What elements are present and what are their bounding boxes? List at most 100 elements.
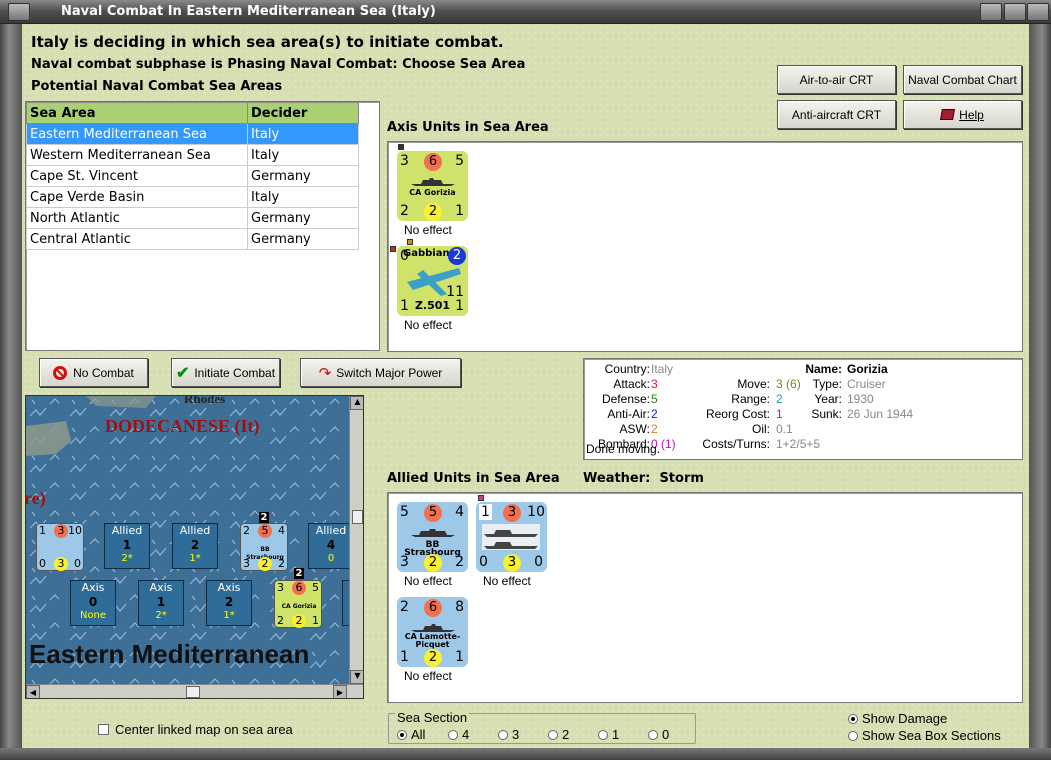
show-sea-box-sections-option[interactable]: Show Sea Box Sections <box>848 728 1001 743</box>
show-damage-label: Show Damage <box>862 711 948 726</box>
antiair-value: 5 <box>312 581 319 594</box>
help-button[interactable]: Help <box>903 100 1022 129</box>
frame-left <box>0 24 22 760</box>
map-label-dodecanese: DODECANESE (It) <box>105 416 260 436</box>
unit-counter-z501-gabbiano[interactable]: 0 Gabbiano 2 Z.501 1 11 1 <box>397 246 468 316</box>
help-label: Help <box>959 107 984 122</box>
sea-section-option-2[interactable]: 2 <box>548 727 569 742</box>
sea-box-axis[interactable]: Axis 0 None <box>70 580 116 626</box>
sea-box-axis[interactable]: Axis 2 1* <box>206 580 252 626</box>
decider-cell: Italy <box>247 186 359 208</box>
sea-box-allied[interactable]: Allied 2 1* <box>172 523 218 569</box>
antiair-value: 5 <box>455 153 464 169</box>
sea-section-option-4[interactable]: 4 <box>448 727 469 742</box>
year-label: Year: <box>814 392 842 406</box>
show-sea-box-sections-label: Show Sea Box Sections <box>862 728 1001 743</box>
sea-box-allied[interactable]: Allied 4 0 <box>308 523 354 569</box>
table-row[interactable]: Eastern Mediterranean Sea Italy <box>26 123 359 145</box>
close-button[interactable] <box>1027 3 1049 21</box>
sea-section-option-3[interactable]: 3 <box>498 727 519 742</box>
anti-aircraft-crt-button[interactable]: Anti-aircraft CRT <box>777 100 896 129</box>
switch-major-power-button[interactable]: ↷ Switch Major Power <box>300 358 461 387</box>
box-modifier: 2* <box>155 610 167 621</box>
range-value: 2 <box>776 392 783 406</box>
combat-effect: No effect <box>404 223 452 237</box>
sea-area-map[interactable]: Rhodes DODECANESE (It) re) 1 3 10 0 3 0 … <box>25 395 364 699</box>
map-label-sea-area: Eastern Mediterranean <box>29 639 310 669</box>
table-row[interactable]: Cape Verde Basin Italy <box>26 186 359 208</box>
cruiser-icon <box>411 624 455 632</box>
option-label: 3 <box>512 727 520 742</box>
map-unit-counter[interactable]: 3 6 5 CA Gorizia 2 2 1 <box>274 580 322 628</box>
scroll-down-arrow[interactable]: ▼ <box>350 670 363 684</box>
table-row[interactable]: Cape St. Vincent Germany <box>26 165 359 187</box>
map-unit-counter[interactable]: 1 3 10 0 3 0 <box>36 523 84 571</box>
box-side-label: Allied <box>111 524 143 537</box>
unit-counter-ca-gorizia[interactable]: 3 6 5 CA Gorizia 2 2 1 <box>397 151 468 221</box>
radio-button[interactable] <box>498 730 508 740</box>
initiate-combat-button[interactable]: ✔ Initiate Combat <box>171 358 280 387</box>
radio-button[interactable] <box>648 730 658 740</box>
defense-value: 2 <box>448 247 466 265</box>
no-combat-label: No Combat <box>73 365 134 380</box>
air-to-air-crt-button[interactable]: Air-to-air CRT <box>777 65 896 94</box>
combat-effect: No effect <box>404 318 452 332</box>
show-damage-option[interactable]: Show Damage <box>848 711 947 726</box>
center-linked-map-checkbox[interactable]: Center linked map on sea area <box>98 722 293 737</box>
column-header-decider[interactable]: Decider <box>247 102 359 124</box>
table-row[interactable]: Western Mediterranean Sea Italy <box>26 144 359 166</box>
unit-name: CA Gorizia <box>409 188 456 197</box>
no-combat-button[interactable]: No Combat <box>39 358 148 387</box>
radio-button[interactable] <box>598 730 608 740</box>
antiair-value: 10 <box>527 504 545 520</box>
table-row[interactable]: North Atlantic Germany <box>26 207 359 229</box>
radio-button[interactable] <box>848 731 858 741</box>
defense-value: 6 <box>424 153 442 171</box>
box-side-label: Allied <box>179 524 211 537</box>
sea-section-option-all[interactable]: All <box>397 727 425 742</box>
minimize-button[interactable] <box>980 3 1002 21</box>
scroll-thumb[interactable] <box>186 686 200 698</box>
sea-box-allied[interactable]: Allied 1 2* <box>104 523 150 569</box>
maximize-button[interactable] <box>1004 3 1026 21</box>
table-row[interactable]: Central Atlantic Germany <box>26 228 359 250</box>
range-value: 2 <box>424 554 442 572</box>
system-menu-button[interactable] <box>8 3 30 21</box>
move-value: 2 <box>400 203 409 219</box>
sea-box-axis[interactable]: Axis 1 2* <box>138 580 184 626</box>
no-entry-icon <box>53 365 68 380</box>
scroll-right-arrow[interactable]: ▶ <box>333 685 347 698</box>
radio-button[interactable] <box>448 730 458 740</box>
unit-counter-convoy[interactable]: 1 3 10 0 3 0 <box>476 502 547 572</box>
range-label: Range: <box>731 392 770 406</box>
radio-button[interactable] <box>397 730 407 740</box>
box-modifier: None <box>79 610 107 621</box>
defense-value: 3 <box>503 504 521 522</box>
checkbox-box[interactable] <box>98 724 109 735</box>
type-value: Cruiser <box>847 377 886 391</box>
unit-counter-bb-strasbourg[interactable]: 5 5 4 BB Strasbourg 3 2 2 <box>397 502 468 572</box>
sea-section-option-0[interactable]: 0 <box>648 727 669 742</box>
window-title: Naval Combat In Eastern Mediterranean Se… <box>61 4 436 19</box>
sea-section-option-1[interactable]: 1 <box>598 727 619 742</box>
asw-value: 2 <box>455 554 464 570</box>
weather-value: Storm <box>659 471 704 486</box>
cruiser-icon <box>411 178 455 186</box>
map-vertical-scrollbar[interactable]: ▲ ▼ <box>349 396 363 698</box>
asw-value: 0 <box>534 554 543 570</box>
checkmark-icon: ✔ <box>175 364 190 382</box>
battleship-icon <box>411 529 455 537</box>
move-value: 1 <box>400 298 409 314</box>
map-horizontal-scrollbar[interactable]: ◀ ▶ <box>26 684 363 698</box>
defense-value: 5 <box>258 524 272 538</box>
scroll-thumb[interactable] <box>352 510 363 524</box>
scroll-left-arrow[interactable]: ◀ <box>26 685 40 698</box>
map-unit-counter[interactable]: 2 5 4 BB Strasbourg 3 2 2 <box>240 523 288 571</box>
scroll-up-arrow[interactable]: ▲ <box>350 396 363 410</box>
unit-counter-ca-lamotte-picquet[interactable]: 2 6 8 CA Lamotte-Picquet 1 2 1 <box>397 597 468 667</box>
radio-button[interactable] <box>548 730 558 740</box>
naval-combat-chart-button[interactable]: Naval Combat Chart <box>903 65 1022 94</box>
radio-button[interactable] <box>848 714 858 724</box>
column-header-sea-area[interactable]: Sea Area <box>26 102 248 124</box>
combat-effect: No effect <box>404 574 452 588</box>
